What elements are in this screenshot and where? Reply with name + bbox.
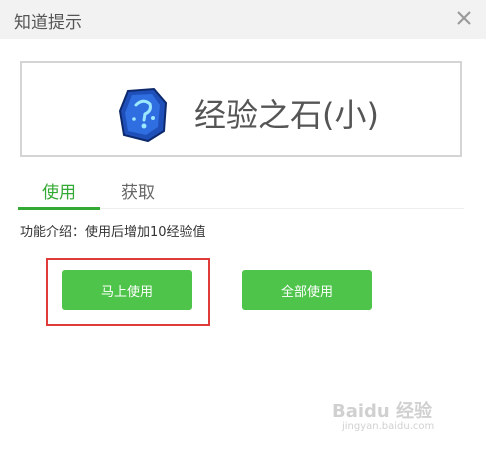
item-card: 经验之石(小): [20, 61, 462, 157]
active-tab-indicator: [18, 207, 100, 210]
watermark: Baidu 经验 jingyan.baidu.com: [332, 397, 472, 437]
tab-use[interactable]: 使用: [42, 178, 76, 203]
dialog-title: 知道提示: [14, 13, 82, 33]
watermark-logo: Baidu 经验: [332, 401, 433, 422]
item-name: 经验之石(小): [194, 96, 379, 134]
blue-rune-stone-icon: [114, 85, 172, 143]
use-now-button[interactable]: 马上使用: [62, 270, 192, 310]
tab-get[interactable]: 获取: [121, 178, 155, 203]
dialog-titlebar: 知道提示: [0, 0, 486, 39]
close-icon[interactable]: [456, 10, 472, 26]
watermark-url: jingyan.baidu.com: [342, 421, 435, 432]
use-all-button[interactable]: 全部使用: [242, 270, 372, 310]
item-description: 功能介绍：使用后增加10经验值: [20, 225, 206, 240]
tab-bar: 使用 获取: [18, 172, 464, 210]
